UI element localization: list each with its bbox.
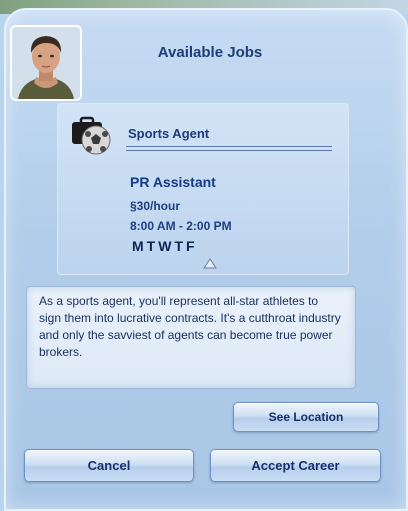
sim-portrait-icon	[10, 25, 82, 101]
accept-career-button[interactable]: Accept Career	[210, 449, 381, 482]
work-days: MTWTFSS	[132, 238, 222, 254]
divider	[126, 146, 332, 151]
see-location-button[interactable]: See Location	[233, 402, 379, 432]
briefcase-soccer-ball-icon	[70, 114, 114, 158]
day-tuesday: T	[146, 238, 157, 254]
day-sunday: S	[209, 238, 221, 254]
cancel-button[interactable]: Cancel	[24, 449, 194, 482]
day-saturday: S	[197, 238, 208, 254]
career-description: As a sports agent, you'll represent all-…	[26, 286, 356, 389]
job-title: PR Assistant	[130, 174, 216, 190]
dialog-title: Available Jobs	[157, 44, 263, 61]
day-friday: F	[186, 238, 196, 254]
wage: §30/hour	[130, 199, 181, 213]
career-name: Sports Agent	[128, 126, 210, 141]
cursor-icon	[203, 255, 217, 269]
day-wednesday: W	[158, 238, 173, 254]
day-monday: M	[132, 238, 145, 254]
day-thursday: T	[174, 238, 185, 254]
work-hours: 8:00 AM - 2:00 PM	[130, 219, 232, 233]
